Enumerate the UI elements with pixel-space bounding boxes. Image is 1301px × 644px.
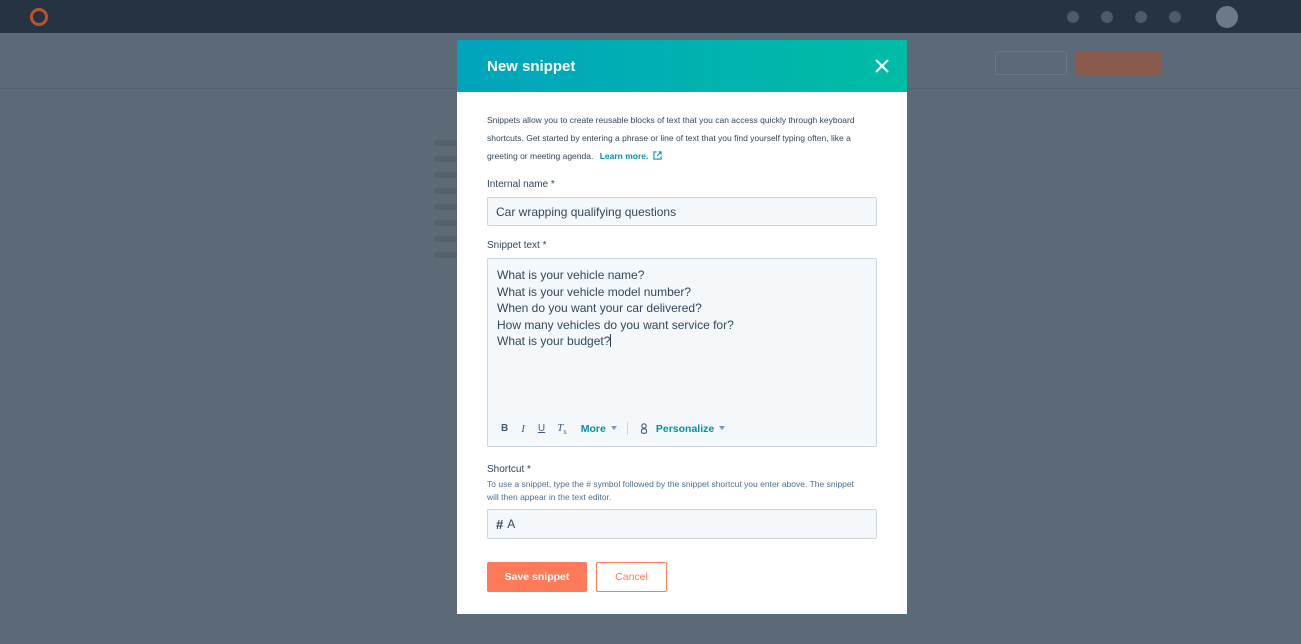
toolbar-divider <box>626 422 628 436</box>
background-text-block <box>434 140 458 270</box>
top-nav-right <box>1056 0 1301 33</box>
learn-more-link[interactable]: Learn more. <box>600 151 649 161</box>
clear-format-sub: x <box>563 428 567 436</box>
shortcut-label: Shortcut * <box>487 464 531 475</box>
italic-button[interactable]: I <box>521 423 525 435</box>
shortcut-value: A <box>507 517 516 531</box>
notifications-icon <box>1169 10 1182 23</box>
editor-toolbar: B I U Tx More Personalize <box>501 422 726 436</box>
intro-description: Snippets allow you to create reusable bl… <box>487 115 855 161</box>
text-cursor <box>610 334 612 347</box>
personalize-icon <box>640 423 647 435</box>
bold-button[interactable]: B <box>501 423 508 434</box>
internal-name-input[interactable]: Car wrapping qualifying questions <box>487 197 877 226</box>
settings-icon <box>1135 10 1148 23</box>
hubspot-logo-icon <box>30 7 48 26</box>
personalize-dropdown[interactable]: Personalize <box>655 422 726 435</box>
account-name-placeholder <box>1248 11 1287 22</box>
modal-body: Snippets allow you to create reusable bl… <box>457 111 907 592</box>
avatar <box>1216 5 1239 28</box>
external-link-icon[interactable] <box>653 151 662 160</box>
dropdown-caret-icon <box>719 425 726 430</box>
snippet-line: What is your vehicle name? <box>497 268 645 282</box>
more-dropdown[interactable]: More <box>581 423 617 435</box>
snippet-text-editor[interactable]: What is your vehicle name? What is your … <box>487 258 877 447</box>
internal-name-label: Internal name * <box>487 179 555 190</box>
marketplace-icon <box>1101 10 1114 23</box>
snippet-line: What is your vehicle model number? <box>497 284 692 299</box>
cancel-button[interactable]: Cancel <box>596 562 667 592</box>
modal-title: New snippet <box>487 57 576 75</box>
snippet-line: What is your budget? <box>497 334 611 348</box>
new-snippet-modal: New snippet Snippets allow you to create… <box>457 40 907 614</box>
snippet-line: How many vehicles do you want service fo… <box>497 317 734 332</box>
snippet-text-content[interactable]: What is your vehicle name? What is your … <box>488 259 876 358</box>
modal-footer: Save snippet Cancel <box>487 562 877 592</box>
intro-text: Snippets allow you to create reusable bl… <box>487 111 882 165</box>
snippet-text-label: Snippet text * <box>487 240 547 251</box>
clear-formatting-button[interactable]: Tx <box>557 422 567 436</box>
background-secondary-button <box>995 51 1067 75</box>
dropdown-caret-icon <box>610 425 617 430</box>
underline-button[interactable]: U <box>538 423 545 434</box>
nav-item-placeholder-1 <box>82 11 106 23</box>
more-label: More <box>580 422 606 435</box>
nav-item-placeholder-2 <box>138 11 175 23</box>
snippet-line-last: What is your budget? <box>497 333 867 350</box>
snippet-line: When do you want your car delivered? <box>497 301 702 315</box>
close-icon[interactable] <box>873 57 891 75</box>
personalize-label: Personalize <box>655 422 715 435</box>
search-icon <box>1067 10 1080 23</box>
shortcut-hint: To use a snippet, type the # symbol foll… <box>487 479 854 502</box>
shortcut-input[interactable]: # A <box>487 509 877 539</box>
top-navigation-bar <box>0 0 1301 33</box>
modal-header: New snippet <box>457 40 907 92</box>
nav-item-placeholder-3 <box>207 11 235 23</box>
save-snippet-button[interactable]: Save snippet <box>487 562 587 592</box>
background-primary-button <box>1076 51 1162 75</box>
shortcut-prefix: # <box>496 516 504 532</box>
